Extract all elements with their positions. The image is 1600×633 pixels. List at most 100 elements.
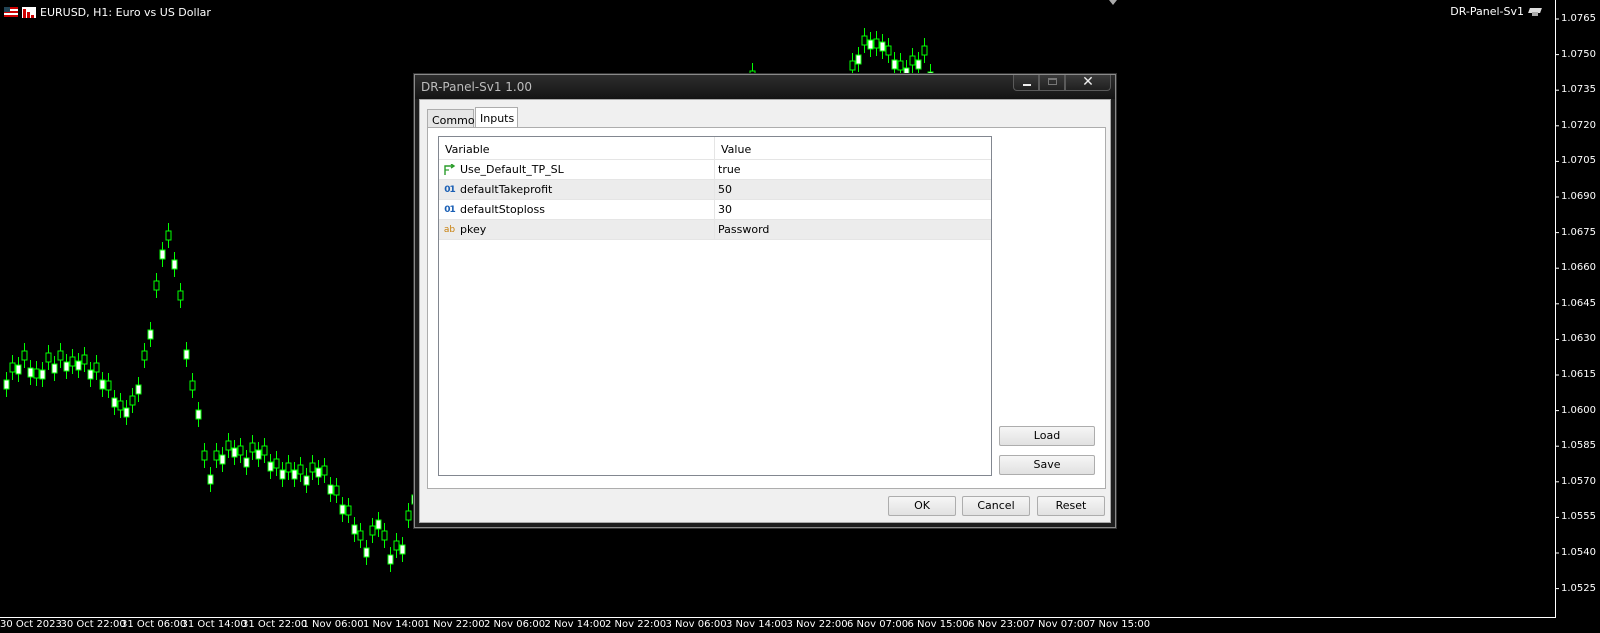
numeric-icon: 01: [444, 204, 456, 215]
candle-body: [81, 354, 88, 365]
inputs-grid[interactable]: Variable Value Use_Default_TP_SL true 01…: [438, 136, 992, 476]
candle-body: [375, 519, 382, 530]
variable-value[interactable]: 50: [718, 183, 732, 196]
price-label: 1.0630: [1561, 333, 1596, 345]
candle-body: [207, 474, 214, 485]
price-label: 1.0690: [1561, 191, 1596, 202]
expert-advisor-label[interactable]: DR-Panel-Sv1: [1450, 5, 1542, 18]
close-button[interactable]: ✕: [1065, 74, 1111, 91]
candle-body: [861, 35, 868, 46]
table-row[interactable]: Use_Default_TP_SL true: [439, 160, 991, 180]
time-label: 30 Oct 22:00: [60, 619, 126, 630]
candle-body: [267, 461, 274, 472]
candle-body: [99, 379, 106, 390]
candle-body: [909, 55, 916, 66]
time-label: 7 Nov 07:00: [1028, 619, 1090, 630]
candle-body: [879, 41, 886, 52]
candle-body: [273, 458, 280, 469]
shift-marker-icon[interactable]: [1109, 0, 1117, 5]
candle-body: [219, 454, 226, 465]
minimize-icon: [1023, 84, 1031, 86]
candle-body: [117, 400, 124, 411]
time-label: 3 Nov 22:00: [786, 619, 848, 630]
candle-body: [309, 462, 316, 473]
cancel-button[interactable]: Cancel: [962, 496, 1030, 516]
maximize-button[interactable]: [1039, 75, 1065, 91]
candle-body: [351, 524, 358, 535]
candle-body: [39, 369, 46, 380]
table-row[interactable]: 01 defaultStoploss 30: [439, 200, 991, 220]
candle-body: [63, 361, 70, 372]
price-label: 1.0765: [1561, 13, 1596, 24]
price-label: 1.0555: [1561, 511, 1596, 523]
candle-body: [69, 356, 76, 367]
tab-inputs[interactable]: Inputs: [475, 107, 518, 128]
candle-body: [885, 45, 892, 56]
candle-body: [321, 465, 328, 476]
candle-body: [849, 60, 856, 71]
dialog-title: DR-Panel-Sv1 1.00: [421, 80, 533, 94]
candle-body: [195, 409, 202, 420]
candle-body: [213, 450, 220, 461]
tab-common[interactable]: Common: [427, 109, 482, 128]
string-icon: ab: [443, 224, 456, 235]
candle-body: [153, 280, 160, 291]
minimize-button[interactable]: [1013, 75, 1039, 91]
candle-body: [405, 510, 412, 521]
candle-body: [129, 395, 136, 406]
close-icon: ✕: [1082, 74, 1094, 90]
price-label: 1.0735: [1561, 84, 1596, 96]
candle-body: [363, 547, 370, 558]
price-label: 1.0675: [1561, 226, 1596, 238]
table-row[interactable]: ab pkey Password: [439, 220, 991, 240]
candle-body: [387, 554, 394, 565]
variable-value[interactable]: Password: [718, 223, 769, 236]
price-label: 1.0615: [1561, 369, 1596, 380]
time-label: 1 Nov 14:00: [363, 619, 425, 630]
price-label: 1.0570: [1561, 475, 1596, 487]
candle-body: [231, 447, 238, 458]
table-row[interactable]: 01 defaultTakeprofit 50: [439, 180, 991, 200]
dialog-titlebar[interactable]: DR-Panel-Sv1 1.00 ✕: [415, 74, 1115, 99]
time-label: 2 Nov 06:00: [484, 619, 546, 630]
save-button[interactable]: Save: [999, 455, 1095, 475]
inputs-dialog: DR-Panel-Sv1 1.00 ✕ Common Inputs Variab…: [414, 74, 1116, 528]
candle-body: [867, 39, 874, 50]
candle-body: [123, 407, 130, 418]
variable-value[interactable]: true: [718, 163, 741, 176]
candle-body: [15, 364, 22, 375]
candle-body: [291, 469, 298, 480]
candle-body: [3, 379, 10, 390]
inputs-tab-panel: Variable Value Use_Default_TP_SL true 01…: [427, 127, 1106, 489]
candle-body: [297, 464, 304, 475]
candle-body: [303, 475, 310, 486]
ok-button[interactable]: OK: [888, 496, 956, 516]
time-label: 6 Nov 15:00: [907, 619, 969, 630]
column-header-value[interactable]: Value: [715, 137, 991, 159]
maximize-icon: [1048, 78, 1057, 85]
candle-body: [261, 445, 268, 456]
candle-body: [333, 485, 340, 496]
variable-name: defaultTakeprofit: [460, 183, 553, 196]
candle-body: [243, 457, 250, 468]
time-label: 31 Oct 22:00: [242, 619, 308, 630]
variable-value[interactable]: 30: [718, 203, 732, 216]
candle-body: [897, 60, 904, 71]
column-header-variable[interactable]: Variable: [439, 137, 715, 159]
time-label: 1 Nov 06:00: [302, 619, 364, 630]
candle-body: [921, 45, 928, 56]
price-label: 1.0525: [1561, 582, 1596, 594]
dialog-body: Common Inputs Variable Value Use_Default…: [419, 99, 1111, 523]
time-label: 6 Nov 23:00: [968, 619, 1030, 630]
candle-body: [93, 362, 100, 373]
reset-button[interactable]: Reset: [1037, 496, 1105, 516]
chart-bars-icon: [22, 6, 36, 18]
time-label: 1 Nov 22:00: [423, 619, 485, 630]
candle-body: [315, 467, 322, 478]
price-label: 1.0750: [1561, 48, 1596, 60]
load-button[interactable]: Load: [999, 426, 1095, 446]
candle-body: [141, 350, 148, 361]
grid-header: Variable Value: [439, 137, 991, 160]
numeric-icon: 01: [444, 184, 456, 195]
candle-body: [135, 384, 142, 395]
